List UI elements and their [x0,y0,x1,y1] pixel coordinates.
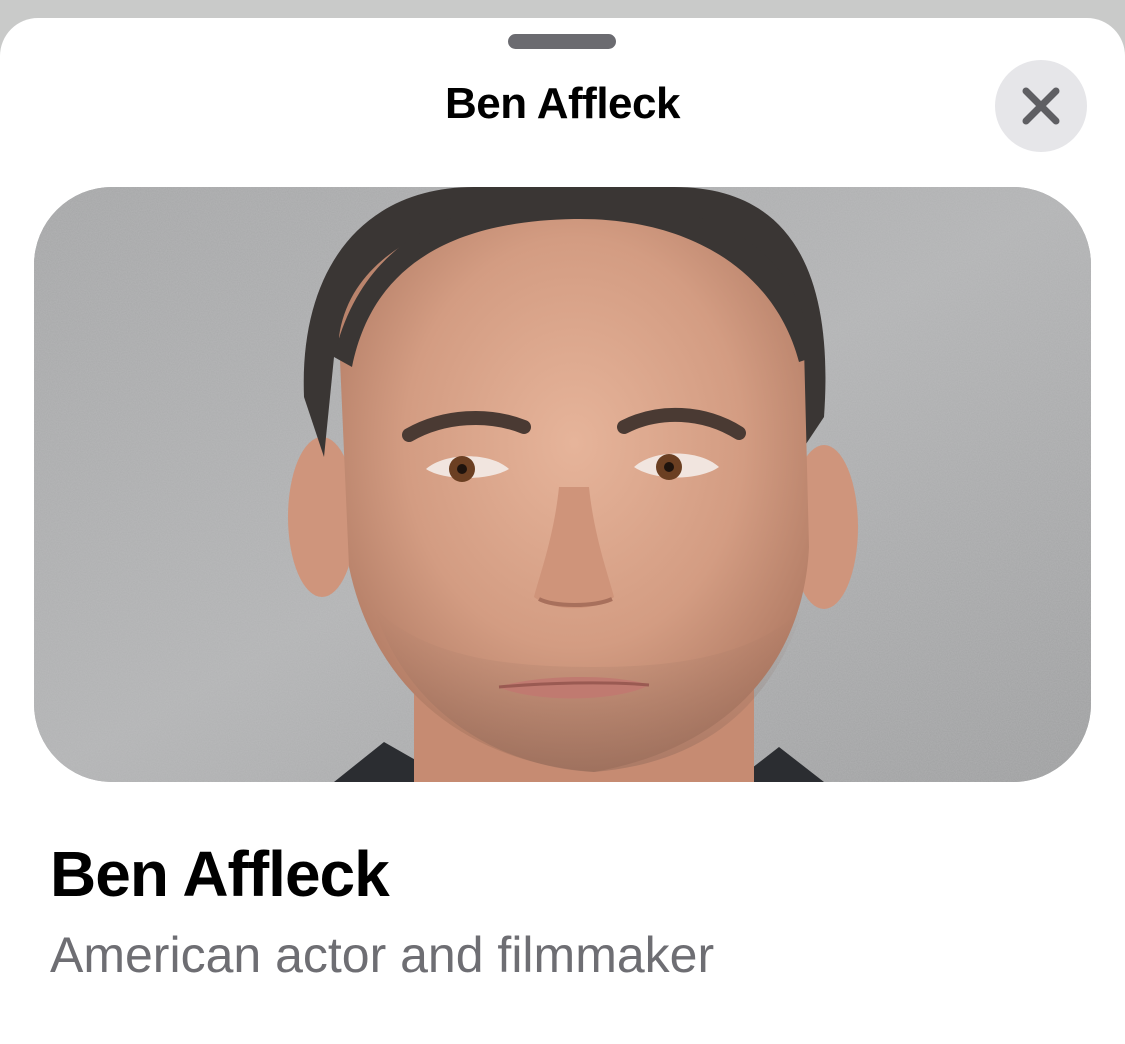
person-name: Ben Affleck [50,838,390,910]
bottom-sheet: Ben Affleck Ben Affleck American actor a… [0,18,1125,1044]
close-button[interactable] [995,60,1087,152]
close-icon [1021,86,1061,126]
portrait-illustration [34,187,1091,782]
portrait-photo[interactable] [34,187,1091,782]
sheet-title: Ben Affleck [445,79,680,128]
sheet-grabber-handle[interactable] [508,34,616,49]
person-description: American actor and filmmaker [50,927,715,983]
